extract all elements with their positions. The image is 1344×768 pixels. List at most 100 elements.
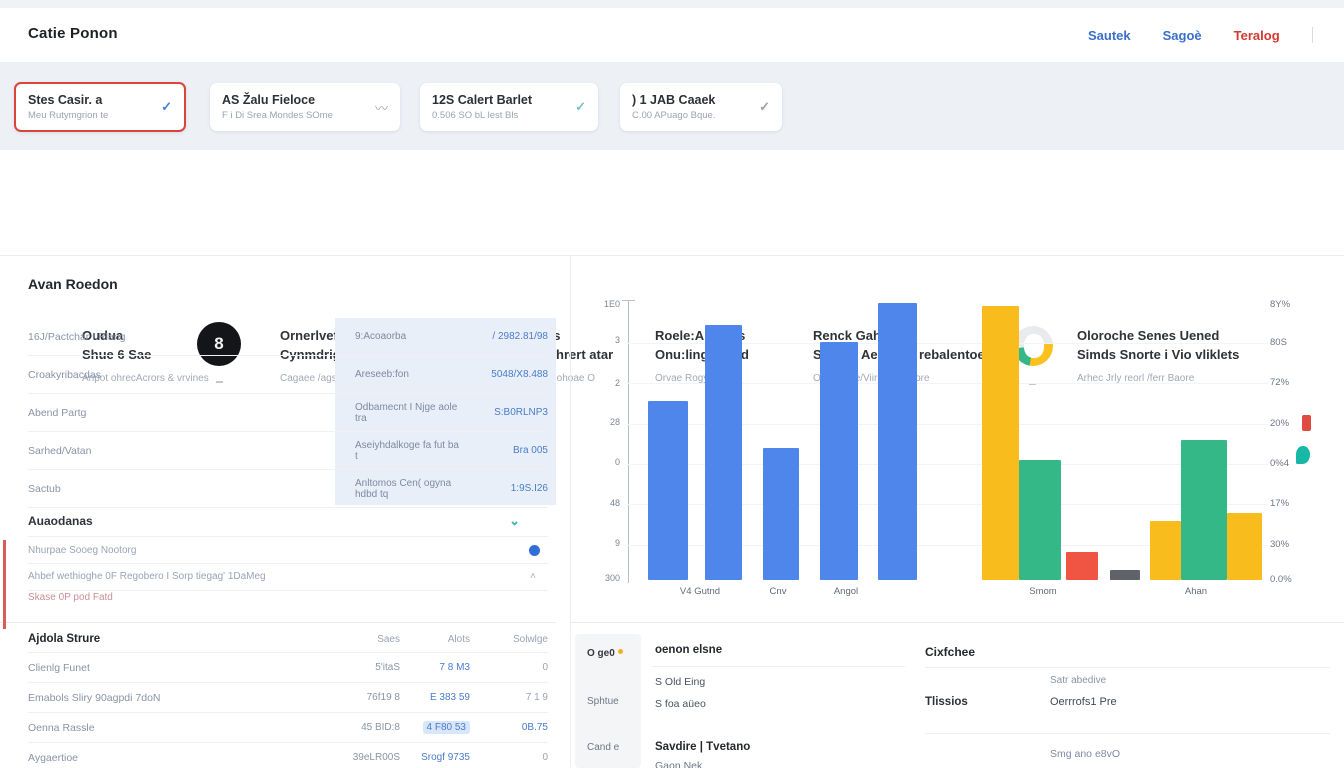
right-axis-tick-label: 72% <box>1270 377 1289 388</box>
horizontal-divider <box>0 622 556 623</box>
y-axis-tick-label: 9 <box>570 538 620 548</box>
table-row[interactable]: Aygaertioe 39eLR00S Srogf 9735 0 <box>28 743 548 768</box>
row-value: 1:9S.I26 <box>462 483 548 494</box>
content-subtitle: Savdire | Tvetano <box>655 741 750 753</box>
table-row[interactable]: Sactub Anltomos Cen( ogyna hdbd tq 1:9S.… <box>28 470 548 508</box>
scribble-icon: 〰 <box>375 98 388 117</box>
table-row[interactable]: Croakyribacdas Areseeb:fon 5048/X8.488 <box>28 356 548 394</box>
toggle-row[interactable]: Ahbef wethioghe 0F Regobero I Sorp tiega… <box>28 563 548 591</box>
panel-title: Avan Roedon <box>28 276 118 292</box>
table-row[interactable]: Emabols Sliry 90agpdi 7doN 76f19 8 E 383… <box>28 683 548 713</box>
row-col3: 0 <box>470 752 548 763</box>
top-nav: Sautek Sagoè Teralog Caeny Caen <box>1088 27 1344 43</box>
row-mid: 9:Acoaorba <box>345 331 462 342</box>
row-col1: 45 BID:8 <box>320 722 400 733</box>
header: Catie Ponon Sautek Sagoè Teralog Caeny C… <box>0 8 1344 63</box>
section-title: Cixfchee <box>925 645 975 659</box>
value-pill: 4 F80 53 <box>423 721 470 734</box>
nav-divider <box>1312 27 1313 43</box>
accordion-row[interactable]: Auaodanas ⌄ <box>28 506 548 537</box>
row-col3: 7 1 9 <box>470 692 548 703</box>
header-name: Ajdola Strure <box>28 633 320 645</box>
row-label: Croakyribacdas <box>28 369 345 381</box>
row-value: Oerrrofs1 Pre <box>1050 696 1117 708</box>
legend-teal-icon <box>1296 446 1310 464</box>
metric-card-selected[interactable]: Stes Casir. a Meu Rutymgrion te ✓ <box>14 82 186 132</box>
row-col1: 5'itaS <box>320 662 400 673</box>
table-row[interactable]: Sarhed/Vatan Aseiyhdalkoge fa fut ba t B… <box>28 432 548 470</box>
card-subtitle: Meu Rutymgrion te <box>28 110 108 121</box>
row-col2: E 383 59 <box>400 692 470 703</box>
row-mid: Odbamecnt I Njge aole tra <box>345 402 462 424</box>
y-axis-tick-label: 48 <box>570 498 620 508</box>
bar-1 <box>705 325 742 580</box>
row-label: Abend Partg <box>28 407 345 419</box>
summary-table: Ajdola Strure Saes Alots Solwlge Clienlg… <box>28 626 548 768</box>
right-axis-tick-label: 0%4 <box>1270 458 1289 469</box>
row-value: S:B0RLNP3 <box>462 407 548 418</box>
mini-sidebar-item[interactable]: Sphtue <box>587 696 619 707</box>
expand-icon[interactable]: ˄ <box>530 571 536 582</box>
row-label: Sactub <box>28 483 345 495</box>
bar-0 <box>648 401 688 580</box>
row-name: Emabols Sliry 90agpdi 7doN <box>28 692 320 704</box>
toggle-dot-icon[interactable] <box>529 545 540 556</box>
x-axis-label: V4 Gutnd <box>680 586 720 597</box>
bar-10 <box>1181 440 1227 580</box>
card-text: 12S Calert Barlet 0.506 SO bL lest Bls <box>432 93 532 121</box>
right-axis-tick-label: 80S <box>1270 337 1287 348</box>
metric-cards-row: Stes Casir. a Meu Rutymgrion te ✓ AS Žal… <box>0 62 1344 150</box>
nav-link-1[interactable]: Sautek <box>1088 28 1131 43</box>
table-row[interactable]: Clienlg Funet 5'itaS 7 8 M3 0 <box>28 653 548 683</box>
footer-link[interactable]: Skase 0P pod Fatd <box>28 592 113 603</box>
top-strip <box>0 0 1344 8</box>
mini-sidebar-item[interactable]: Cand e <box>587 742 619 753</box>
row-col1: 39eLR00S <box>320 752 400 763</box>
bar-chart: 1E0322804893008Y%80S72%20%0%417%30%0.0%V… <box>570 255 1344 620</box>
right-axis-tick-label: 0.0% <box>1270 574 1292 585</box>
metric-card[interactable]: ) 1 JAB Caaek C.00 APuago Bque. ✓ <box>620 83 782 131</box>
row-name: Clienlg Funet <box>28 662 320 674</box>
mini-sidebar-item-active[interactable]: O ge0 <box>587 648 623 659</box>
content-line: S Old Eing <box>655 676 705 688</box>
bar-3 <box>820 342 858 580</box>
bar-7 <box>1066 552 1098 580</box>
chevron-down-icon[interactable]: ⌄ <box>509 513 520 529</box>
card-text: AS Žalu Fieloce F i Di Srea Mondes SOme <box>222 93 333 121</box>
yellow-dot-icon <box>618 649 623 654</box>
x-axis-label: Angol <box>834 586 858 597</box>
card-text: ) 1 JAB Caaek C.00 APuago Bque. <box>632 93 715 121</box>
table-row[interactable]: Oenna Rassle 45 BID:8 4 F80 53 0B.75 <box>28 713 548 743</box>
header-col2: Alots <box>400 634 470 645</box>
row-value: Bra 005 <box>462 445 548 456</box>
toggle-row[interactable]: Nhurpae Sooeg Nootorg <box>28 537 548 564</box>
row-name: Aygaertioe <box>28 752 320 764</box>
bar-9 <box>1150 521 1181 580</box>
x-axis-label: Cnv <box>770 586 787 597</box>
card-subtitle: C.00 APuago Bque. <box>632 110 715 121</box>
nav-link-2[interactable]: Sagoè <box>1163 28 1202 43</box>
detail-table: 16J/Pactchar I Rlang 9:Acoaorba / 2982.8… <box>28 318 548 508</box>
row-value: / 2982.81/98 <box>462 331 548 342</box>
metric-card[interactable]: AS Žalu Fieloce F i Di Srea Mondes SOme … <box>210 83 400 131</box>
bar-5 <box>982 306 1019 580</box>
horizontal-divider <box>571 622 1344 623</box>
card-subtitle: 0.506 SO bL lest Bls <box>432 110 532 121</box>
row-col3: 0B.75 <box>470 722 548 733</box>
header-col1: Saes <box>320 634 400 645</box>
x-axis-label: Smom <box>1029 586 1056 597</box>
bar-2 <box>763 448 799 580</box>
table-row[interactable]: 16J/Pactchar I Rlang 9:Acoaorba / 2982.8… <box>28 318 548 356</box>
right-axis-tick-label: 17% <box>1270 498 1289 509</box>
row-label: Tlissios <box>925 696 968 708</box>
row-col2: Srogf 9735 <box>400 752 470 763</box>
table-row[interactable]: Abend Partg Odbamecnt I Njge aole tra S:… <box>28 394 548 432</box>
x-axis-label: Ahan <box>1185 586 1207 597</box>
check-icon: ✓ <box>759 99 770 115</box>
nav-link-3[interactable]: Teralog <box>1234 28 1280 43</box>
row-mid: Anltomos Cen( ogyna hdbd tq <box>345 478 462 500</box>
card-title: ) 1 JAB Caaek <box>632 93 715 107</box>
legend-red-icon <box>1302 415 1311 431</box>
metric-card[interactable]: 12S Calert Barlet 0.506 SO bL lest Bls ✓ <box>420 83 598 131</box>
row-mid: Aseiyhdalkoge fa fut ba t <box>345 440 462 462</box>
